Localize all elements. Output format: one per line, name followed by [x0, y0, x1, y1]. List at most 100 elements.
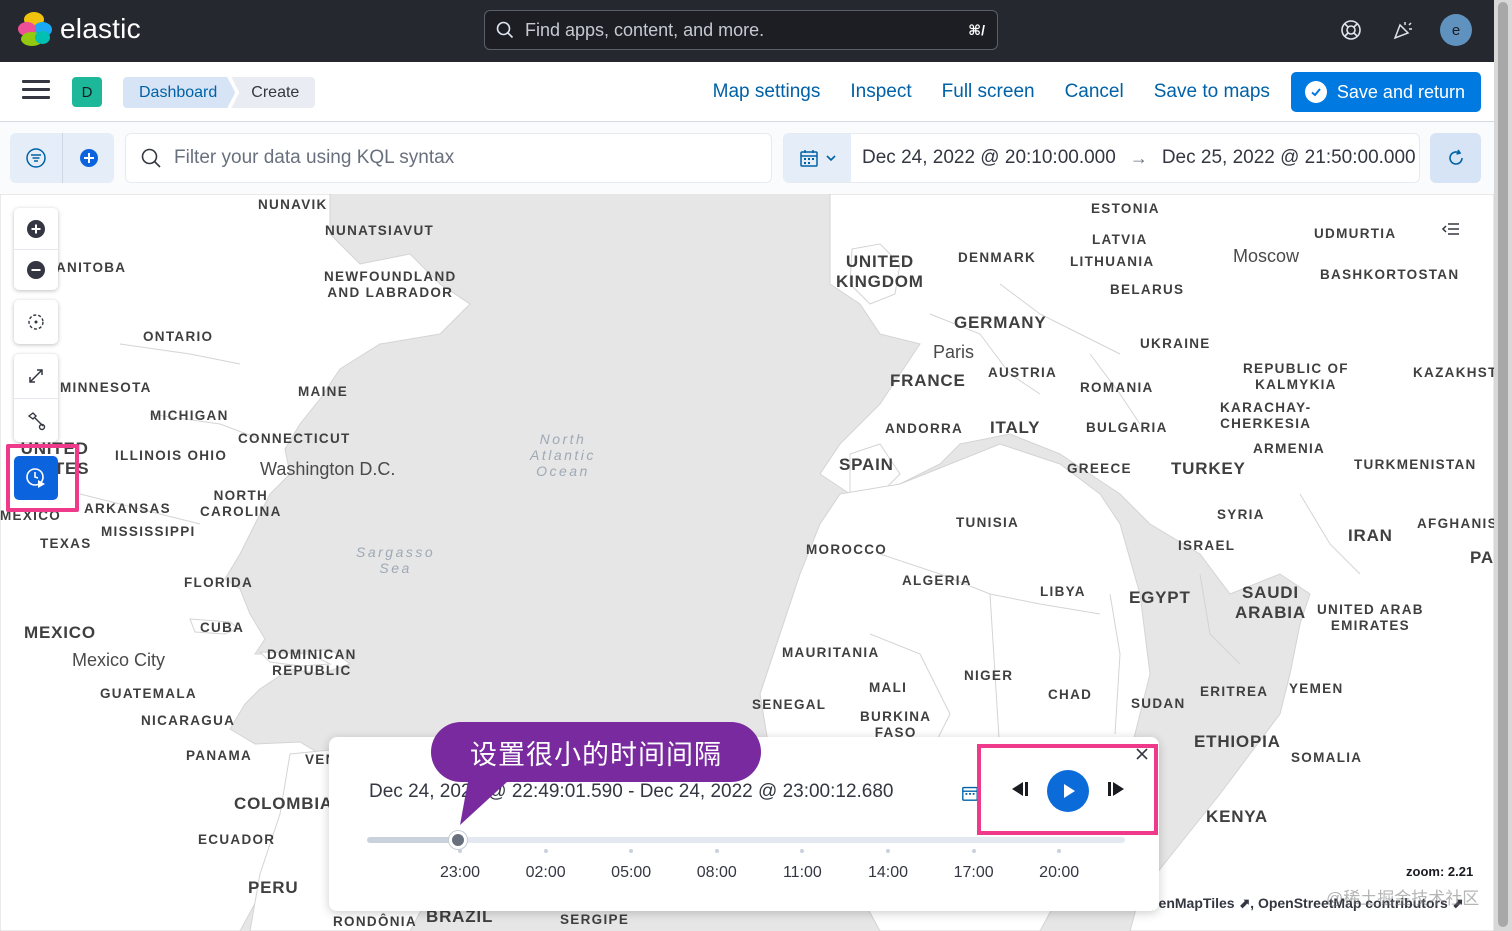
timeslider-tick [714, 849, 719, 853]
map-label: BURKINA FASO [860, 709, 932, 740]
timeslider-tick [543, 849, 548, 853]
map-label: CUBA [200, 620, 245, 635]
quick-select-button[interactable] [784, 134, 851, 182]
map-label: TURKMENISTAN [1354, 457, 1477, 472]
map-label: LIBYA [1040, 584, 1086, 599]
map-label: NEWFOUNDLAND AND LABRADOR [324, 269, 457, 300]
map-label: KARACHAY- CHERKESIA [1220, 400, 1312, 431]
map-label: LITHUANIA [1070, 254, 1155, 269]
timeslider-tick-label: 02:00 [525, 864, 566, 881]
space-avatar[interactable]: D [72, 77, 102, 107]
cancel-link[interactable]: Cancel [1065, 81, 1124, 103]
add-filter-icon[interactable] [62, 133, 114, 183]
map-label: EGYPT [1129, 588, 1191, 607]
inspect-link[interactable]: Inspect [850, 81, 911, 103]
map-label: ALGERIA [902, 573, 972, 588]
map-label: MEXICO [24, 623, 96, 642]
map-label: MAINE [298, 384, 348, 399]
map-label: MALI [869, 680, 908, 695]
map-label: SPAIN [839, 455, 894, 474]
map-settings-link[interactable]: Map settings [713, 81, 821, 103]
end-date[interactable]: Dec 25, 2022 @ 21:50:00.000 [1162, 147, 1416, 169]
map-label: GUATEMALA [100, 686, 197, 701]
zoom-in-icon[interactable] [14, 208, 58, 249]
map-label: CONNECTICUT [238, 431, 351, 446]
map-label: MAURITANIA [782, 645, 880, 660]
arrow-right-icon: → [1129, 147, 1148, 168]
ocean-label: Sargasso Sea [356, 544, 436, 577]
map-label: TEXAS [40, 536, 92, 551]
map-label: FLORIDA [184, 575, 254, 590]
map-label: SOMALIA [1291, 750, 1363, 765]
chevron-down-icon [825, 155, 836, 162]
search-placeholder: Find apps, content, and more. [525, 19, 765, 40]
map-label: AUSTRIA [988, 365, 1058, 380]
map-label: MISSISSIPPI [101, 524, 196, 539]
save-to-maps-link[interactable]: Save to maps [1154, 81, 1270, 103]
newsfeed-icon[interactable] [1388, 15, 1418, 45]
map-label: ECUADOR [198, 832, 276, 847]
start-date[interactable]: Dec 24, 2022 @ 20:10:00.000 [862, 147, 1116, 169]
timeslider-tick-label: 11:00 [782, 864, 822, 881]
timeslider-tick-label: 08:00 [696, 864, 737, 881]
elastic-logo-icon [18, 12, 52, 46]
map-label: COLOMBIA [234, 794, 333, 813]
map-label: PA [1470, 548, 1494, 567]
hamburger-menu-icon[interactable] [22, 80, 50, 104]
wrench-tools-icon[interactable] [14, 398, 58, 442]
map-label: UNITED ARAB EMIRATES [1317, 602, 1424, 633]
save-and-return-button[interactable]: Save and return [1290, 72, 1481, 112]
map-label: ETHIOPIA [1194, 732, 1281, 751]
map-label: FRANCE [890, 371, 966, 390]
map-label: ESTONIA [1091, 201, 1160, 216]
map-label: NICARAGUA [141, 713, 236, 728]
highlight-box [977, 744, 1158, 835]
page-scrollbar[interactable] [1494, 0, 1512, 931]
help-icon[interactable] [1336, 15, 1366, 45]
map-canvas[interactable]: NUNAVIK NUNATSIAVUT ANITOBA NEWFOUNDLAND… [0, 194, 1494, 931]
map-label: NUNATSIAVUT [325, 223, 435, 238]
map-label: MICHIGAN [150, 408, 229, 423]
map-label: TUNISIA [956, 515, 1020, 530]
search-icon [141, 148, 161, 168]
fit-bounds-icon[interactable] [14, 354, 58, 398]
map-label: DENMARK [958, 250, 1037, 265]
map-label: DOMINICAN REPUBLIC [267, 647, 357, 678]
zoom-out-icon[interactable] [14, 249, 58, 290]
map-label: SUDAN [1131, 696, 1186, 711]
refresh-button[interactable] [1430, 133, 1481, 183]
kql-search-input[interactable]: Filter your data using KQL syntax [125, 133, 772, 183]
map-label: NIGER [964, 668, 1014, 683]
elastic-logo[interactable]: elastic [18, 12, 141, 46]
map-label: SAUDI ARABIA [1235, 583, 1306, 622]
user-avatar[interactable]: e [1440, 14, 1472, 46]
scrollbar-thumb[interactable] [1498, 2, 1508, 927]
crosshair-icon[interactable] [14, 300, 58, 344]
full-screen-link[interactable]: Full screen [942, 81, 1035, 103]
timeslider-fill [367, 837, 458, 843]
map-label: GREECE [1067, 461, 1132, 476]
timeslider-thumb[interactable] [448, 831, 467, 849]
map-label: KENYA [1206, 807, 1268, 826]
filter-buttons [10, 133, 114, 183]
filter-menu-icon[interactable] [10, 133, 62, 183]
map-label: UNITED KINGDOM [836, 252, 924, 291]
timeslider-tick [629, 849, 634, 853]
ocean-label: North Atlantic Ocean [530, 431, 596, 480]
map-label: TURKEY [1171, 459, 1246, 478]
map-label: ANITOBA [56, 260, 127, 275]
collapse-legend-icon[interactable] [1440, 218, 1462, 245]
map-label: MOROCCO [806, 542, 888, 557]
breadcrumb-dashboard[interactable]: Dashboard [123, 77, 235, 108]
map-label: ROMANIA [1080, 380, 1154, 395]
map-label: KAZAKHSTA [1413, 365, 1494, 380]
zoom-level: zoom: 2.21 [1406, 864, 1474, 879]
global-search[interactable]: Find apps, content, and more. ⌘/ [484, 10, 998, 50]
timeslider-tick [886, 849, 890, 853]
timeslider-track[interactable] [367, 831, 1125, 849]
refresh-icon [1448, 149, 1463, 165]
map-label: CHAD [1048, 687, 1093, 702]
kql-placeholder: Filter your data using KQL syntax [174, 147, 455, 168]
breadcrumb-create: Create [231, 77, 316, 108]
map-label: NORTH CAROLINA [200, 488, 282, 519]
